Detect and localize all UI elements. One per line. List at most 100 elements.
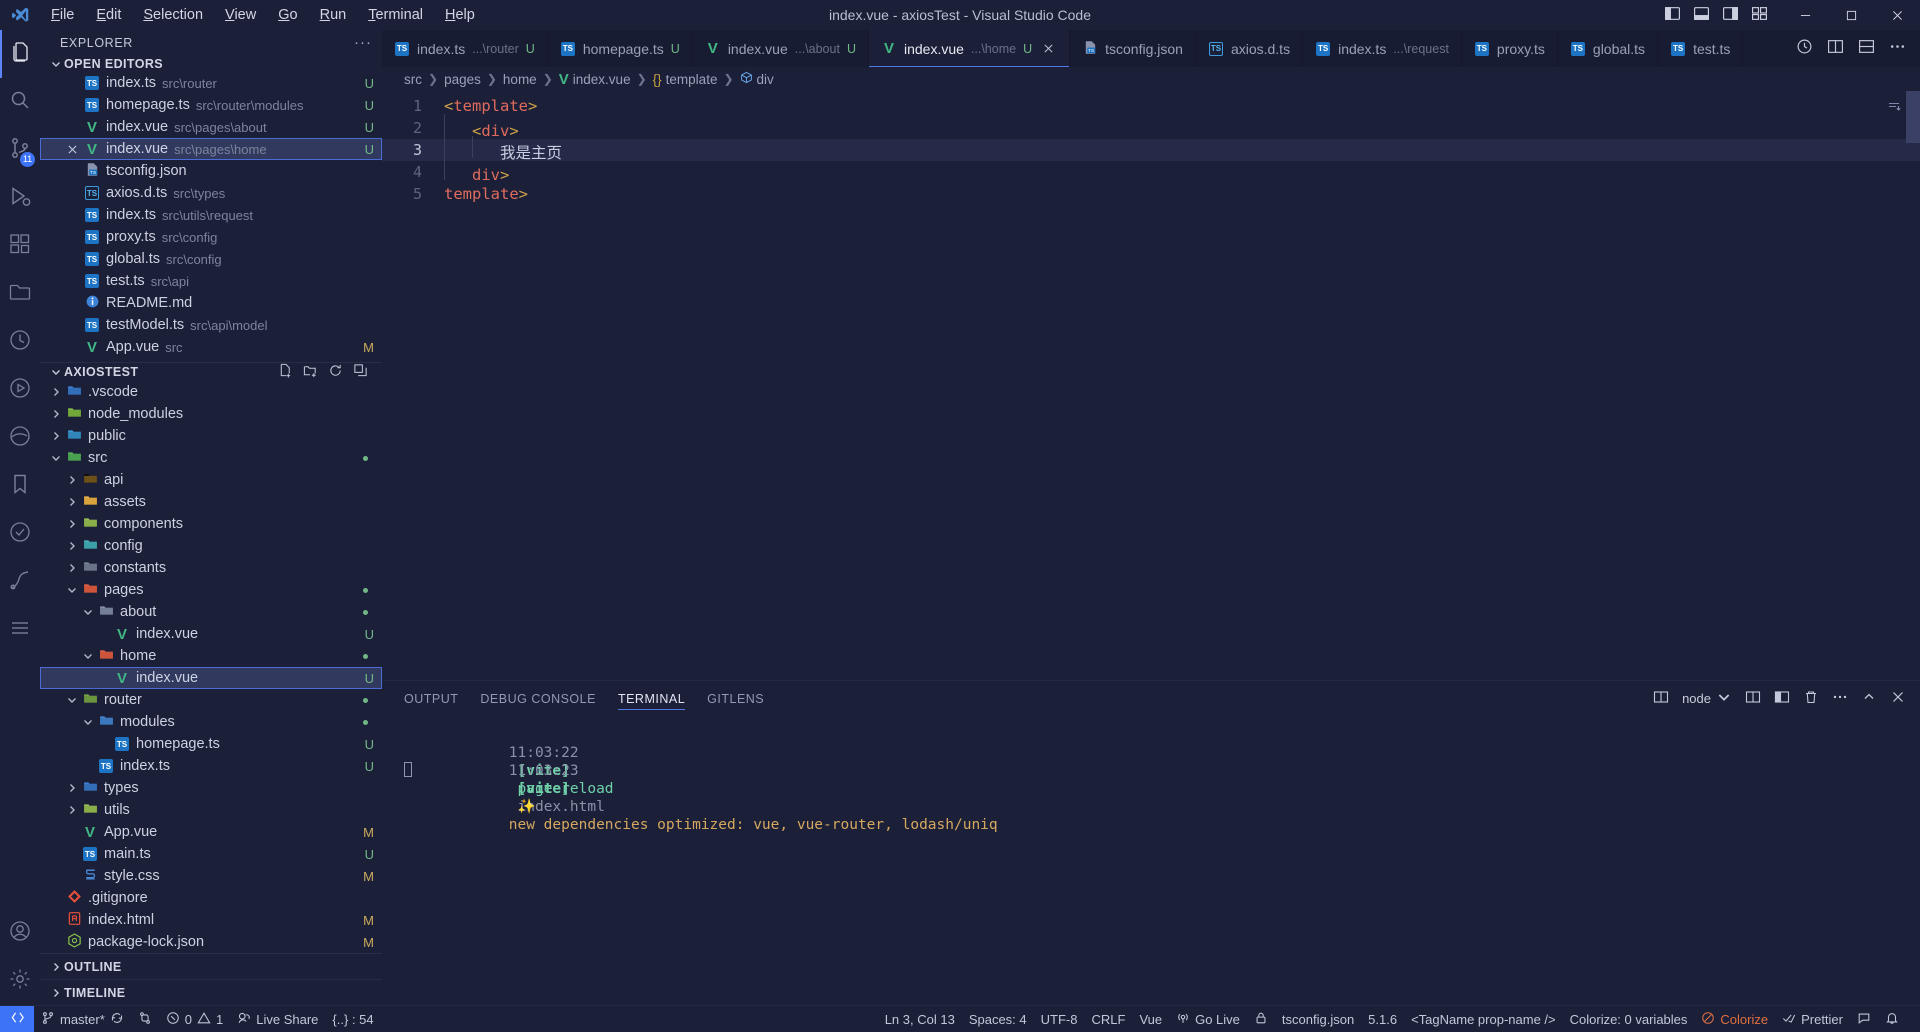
code-line[interactable]: 3 我是主页: [382, 136, 1920, 162]
status-notifications[interactable]: [1878, 1006, 1906, 1032]
project-section-header[interactable]: AXIOSTEST: [40, 362, 382, 381]
menu-bar[interactable]: File Edit Selection View Go Run Terminal…: [40, 3, 486, 27]
remote-window-indicator[interactable]: [0, 1005, 34, 1032]
activity-bookmarks[interactable]: [0, 462, 40, 510]
chevron-right-icon[interactable]: [64, 540, 80, 552]
kill-terminal-icon[interactable]: [1803, 689, 1819, 708]
breadcrumb-item[interactable]: pages: [444, 72, 481, 87]
tree-item-selected[interactable]: Vindex.vue U: [40, 667, 382, 689]
open-editor-item[interactable]: TS homepage.ts src\router\modules U: [40, 94, 382, 116]
split-panel-icon[interactable]: [1774, 689, 1790, 708]
new-file-icon[interactable]: [278, 363, 293, 381]
status-git-branch[interactable]: master*: [34, 1006, 131, 1032]
tree-item[interactable]: router: [40, 689, 382, 711]
editor-tab[interactable]: Vindex.vue ...\home U: [868, 30, 1071, 67]
code-line[interactable]: 4 div>: [382, 158, 1920, 184]
editor-tab[interactable]: TS tsconfig.json: [1070, 30, 1196, 67]
tree-item[interactable]: config: [40, 535, 382, 557]
status-tag-hint[interactable]: <TagName prop-name />: [1404, 1006, 1563, 1032]
activity-outline-list[interactable]: [0, 606, 40, 654]
close-button[interactable]: [1874, 0, 1920, 30]
menu-edit[interactable]: Edit: [85, 3, 132, 27]
activity-source-control[interactable]: 11: [0, 126, 40, 174]
open-editor-item[interactable]: README.md: [40, 292, 382, 314]
editor-tab[interactable]: TS proxy.ts: [1461, 30, 1558, 67]
minimize-button[interactable]: [1782, 0, 1828, 30]
tree-item[interactable]: node_modules: [40, 403, 382, 425]
panel-tab-gitlens[interactable]: GITLENS: [707, 681, 764, 716]
chevron-down-icon[interactable]: [80, 606, 96, 618]
chevron-right-icon[interactable]: [48, 408, 64, 420]
chevron-right-icon[interactable]: [64, 518, 80, 530]
editor-tab[interactable]: TS homepage.ts U: [547, 30, 693, 67]
activity-todo-tree[interactable]: [0, 510, 40, 558]
breadcrumb-item[interactable]: div: [740, 71, 774, 87]
activity-folder[interactable]: [0, 270, 40, 318]
status-colorize[interactable]: Colorize: [1694, 1006, 1775, 1032]
tree-item[interactable]: components: [40, 513, 382, 535]
editor-tab[interactable]: TS test.ts: [1658, 30, 1744, 67]
tree-item[interactable]: assets: [40, 491, 382, 513]
customize-layout-icon[interactable]: [1751, 5, 1768, 26]
tree-item[interactable]: .gitignore: [40, 887, 382, 909]
terminal-selector[interactable]: node: [1682, 689, 1732, 708]
menu-terminal[interactable]: Terminal: [357, 3, 434, 27]
open-editor-item[interactable]: Vindex.vue src\pages\about U: [40, 116, 382, 138]
tree-item[interactable]: types: [40, 777, 382, 799]
status-problems[interactable]: 0 1: [159, 1006, 230, 1032]
maximize-button[interactable]: [1828, 0, 1874, 30]
tree-item[interactable]: TS main.ts U: [40, 843, 382, 865]
panel-tab-output[interactable]: OUTPUT: [404, 681, 458, 716]
status-live-share[interactable]: Live Share: [230, 1006, 325, 1032]
status-go-live[interactable]: Go Live: [1169, 1006, 1247, 1032]
chevron-down-icon[interactable]: [64, 584, 80, 596]
split-editor-down-icon[interactable]: [1858, 38, 1875, 60]
editor-tab[interactable]: TS index.ts ...\router U: [382, 30, 548, 67]
new-terminal-icon[interactable]: [1745, 689, 1761, 708]
tree-item[interactable]: package-lock.json M: [40, 931, 382, 953]
chevron-down-icon[interactable]: [80, 650, 96, 662]
menu-run[interactable]: Run: [309, 3, 358, 27]
status-lock[interactable]: [1247, 1006, 1275, 1032]
activity-testing[interactable]: [0, 318, 40, 366]
toggle-secondary-sidebar-icon[interactable]: [1722, 5, 1739, 26]
activity-accounts[interactable]: [0, 909, 40, 957]
breadcrumb[interactable]: src ❯ pages ❯ home ❯ Vindex.vue ❯ {} template ❯ div: [382, 67, 1920, 91]
chevron-right-icon[interactable]: [64, 474, 80, 486]
open-editor-item[interactable]: TS tsconfig.json: [40, 160, 382, 182]
chevron-right-icon[interactable]: [48, 430, 64, 442]
open-editor-item[interactable]: TS test.ts src\api: [40, 270, 382, 292]
tree-item[interactable]: Vindex.vue U: [40, 623, 382, 645]
status-indentation[interactable]: Spaces: 4: [962, 1006, 1034, 1032]
chevron-right-icon[interactable]: [64, 496, 80, 508]
more-icon[interactable]: [1832, 689, 1848, 708]
activity-git-graph[interactable]: [0, 558, 40, 606]
status-cursor-position[interactable]: Ln 3, Col 13: [878, 1006, 962, 1032]
open-editor-item[interactable]: Vindex.vue src\pages\home U: [40, 138, 382, 160]
open-editor-item[interactable]: V App.vue src M: [40, 336, 382, 358]
tree-item[interactable]: style.css M: [40, 865, 382, 887]
open-editor-item[interactable]: TS index.ts src\router U: [40, 72, 382, 94]
tree-item[interactable]: utils: [40, 799, 382, 821]
chevron-right-icon[interactable]: [64, 804, 80, 816]
code-line[interactable]: 1 <template>: [382, 95, 1920, 117]
breadcrumb-item[interactable]: home: [503, 72, 537, 87]
chevron-right-icon[interactable]: [48, 386, 64, 398]
status-eol[interactable]: CRLF: [1084, 1006, 1132, 1032]
breadcrumb-item[interactable]: {} template: [653, 72, 718, 87]
breadcrumb-item[interactable]: src: [404, 72, 422, 87]
code-line[interactable]: 5 template>: [382, 183, 1920, 205]
editor-tab[interactable]: Vindex.vue ...\about U: [692, 30, 869, 67]
chevron-right-icon[interactable]: [64, 562, 80, 574]
status-colorize-variables[interactable]: Colorize: 0 variables: [1563, 1006, 1695, 1032]
code-editor[interactable]: 1 <template> 2 <div> 3 我是主页 4 div> 5 template>: [382, 91, 1920, 680]
timeline-icon[interactable]: [1796, 38, 1813, 60]
chevron-down-icon[interactable]: [48, 452, 64, 464]
toggle-primary-sidebar-icon[interactable]: [1664, 5, 1681, 26]
maximize-panel-icon[interactable]: [1861, 689, 1877, 708]
activity-explorer[interactable]: [0, 30, 40, 78]
activity-manage-settings[interactable]: [0, 957, 40, 1005]
tree-item[interactable]: constants: [40, 557, 382, 579]
open-editor-item[interactable]: TS index.ts src\utils\request: [40, 204, 382, 226]
tree-item[interactable]: V App.vue M: [40, 821, 382, 843]
